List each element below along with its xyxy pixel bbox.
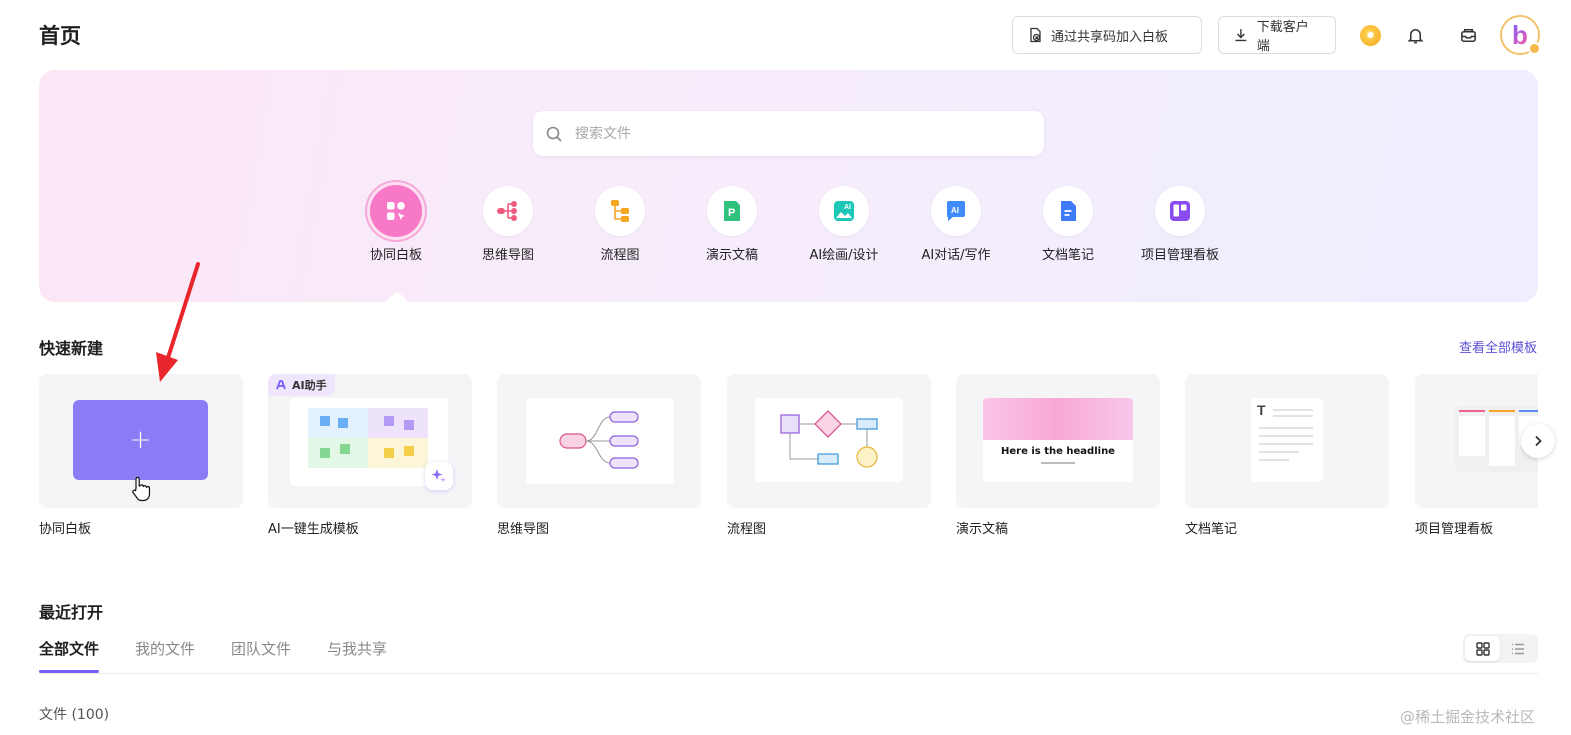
recent-tabs: 全部文件 我的文件 团队文件 与我共享 (39, 638, 387, 673)
template-label: 项目管理看板 (1415, 522, 1494, 537)
template-flowchart[interactable]: 流程图 (727, 374, 931, 537)
view-mode-toggle (1463, 634, 1538, 663)
presentation-icon: P (707, 186, 757, 236)
template-thumbnail (1415, 374, 1538, 508)
recent-title: 最近打开 (39, 603, 104, 622)
chevron-right-icon (1535, 435, 1542, 447)
ai-chat-icon: AI (931, 186, 981, 236)
category-label: 文档笔记 (1041, 248, 1094, 263)
svg-text:AI: AI (844, 204, 851, 211)
template-mindmap[interactable]: 思维导图 (497, 374, 701, 537)
list-view-button[interactable] (1500, 636, 1535, 661)
template-new-whiteboard[interactable]: + 协同白板 (39, 374, 243, 537)
tab-shared-with-me[interactable]: 与我共享 (327, 638, 387, 672)
category-label: 流程图 (600, 248, 640, 263)
inbox-icon[interactable] (1457, 24, 1479, 46)
quick-create-title: 快速新建 (39, 339, 104, 358)
view-all-templates-link[interactable]: 查看全部模板 (1459, 337, 1537, 356)
download-client-label: 下载客户端 (1256, 20, 1309, 54)
template-thumbnail: AI助手 (268, 374, 472, 508)
mindmap-icon (483, 186, 533, 236)
template-thumbnail: T (1185, 374, 1389, 508)
template-ai-generate[interactable]: AI助手 AI一键生成模板 (268, 374, 472, 537)
page-title: 首页 (39, 24, 81, 48)
template-document[interactable]: T 文档笔记 (1185, 374, 1389, 537)
category-label: AI绘画/设计 (809, 248, 879, 263)
category-whiteboard[interactable]: 协同白板 (341, 182, 451, 263)
sparkle-icon (425, 462, 453, 490)
category-kanban[interactable]: 项目管理看板 (1125, 186, 1235, 263)
hand-cursor-icon (132, 476, 151, 502)
template-thumbnail (727, 374, 931, 508)
tab-team-files[interactable]: 团队文件 (231, 638, 291, 672)
coin-icon[interactable]: ✹ (1360, 25, 1381, 46)
ai-logo-icon (276, 380, 286, 390)
avatar-letter: b (1512, 20, 1528, 50)
download-icon (1235, 29, 1247, 42)
svg-text:P: P (728, 207, 735, 219)
plus-icon: + (129, 425, 152, 455)
template-thumbnail: Here is the headline (956, 374, 1160, 508)
bell-icon[interactable] (1404, 24, 1426, 46)
template-thumbnail (497, 374, 701, 508)
join-by-code-button[interactable]: 通过共享码加入白板 (1012, 16, 1202, 54)
ai-painting-icon: AI (819, 186, 869, 236)
tabs-divider (39, 673, 1538, 674)
slide-preview: Here is the headline (983, 398, 1133, 482)
grid-view-button[interactable] (1465, 636, 1500, 661)
search-box[interactable] (533, 111, 1044, 156)
tab-my-files[interactable]: 我的文件 (135, 638, 195, 672)
ai-badge-label: AI助手 (292, 379, 327, 392)
slide-header-image (983, 398, 1133, 440)
ai-assistant-badge: AI助手 (268, 374, 335, 396)
template-label: 协同白板 (39, 522, 92, 537)
template-label: 思维导图 (497, 522, 550, 537)
template-label: AI一键生成模板 (268, 522, 359, 537)
document-icon (1043, 186, 1093, 236)
flowchart-preview (755, 398, 903, 482)
whiteboard-icon (367, 182, 425, 240)
category-flowchart[interactable]: 流程图 (565, 186, 675, 263)
join-by-code-label: 通过共享码加入白板 (1051, 29, 1169, 45)
svg-text:AI: AI (951, 206, 959, 215)
slide-subline (1041, 462, 1075, 464)
avatar[interactable]: b (1500, 15, 1541, 55)
avatar-status-dot (1528, 42, 1541, 55)
new-whiteboard-button[interactable]: + (73, 400, 208, 480)
category-ai-chat[interactable]: AI AI对话/写作 (901, 186, 1011, 263)
grid-icon (1475, 641, 1490, 656)
category-presentation[interactable]: P 演示文稿 (677, 186, 787, 263)
category-label: 思维导图 (481, 248, 534, 263)
watermark: @稀土掘金技术社区 (1400, 708, 1536, 726)
category-label: AI对话/写作 (921, 248, 991, 263)
category-document[interactable]: 文档笔记 (1013, 186, 1123, 263)
file-count: 文件 (100) (39, 707, 110, 723)
document-preview: T (1251, 398, 1323, 482)
template-label: 流程图 (727, 522, 767, 537)
carousel-next-button[interactable] (1521, 424, 1555, 458)
category-mindmap[interactable]: 思维导图 (453, 186, 563, 263)
category-label: 项目管理看板 (1140, 248, 1219, 263)
tab-all-files[interactable]: 全部文件 (39, 638, 100, 673)
mindmap-preview (526, 398, 674, 484)
download-client-button[interactable]: 下载客户端 (1218, 16, 1336, 54)
search-icon (546, 126, 562, 142)
category-ai-painting[interactable]: AI AI绘画/设计 (789, 186, 899, 263)
template-presentation[interactable]: Here is the headline 演示文稿 (956, 374, 1160, 537)
template-label: 演示文稿 (956, 522, 1009, 537)
template-label: 文档笔记 (1185, 522, 1238, 537)
search-input[interactable] (575, 125, 1015, 142)
template-kanban[interactable]: 项目管理看板 (1415, 374, 1538, 537)
slide-headline: Here is the headline (1001, 446, 1115, 457)
flowchart-icon (595, 186, 645, 236)
join-code-icon (1030, 27, 1041, 43)
category-label: 演示文稿 (705, 248, 758, 263)
list-icon (1511, 643, 1524, 654)
category-label: 协同白板 (369, 248, 422, 263)
kanban-icon (1155, 186, 1205, 236)
